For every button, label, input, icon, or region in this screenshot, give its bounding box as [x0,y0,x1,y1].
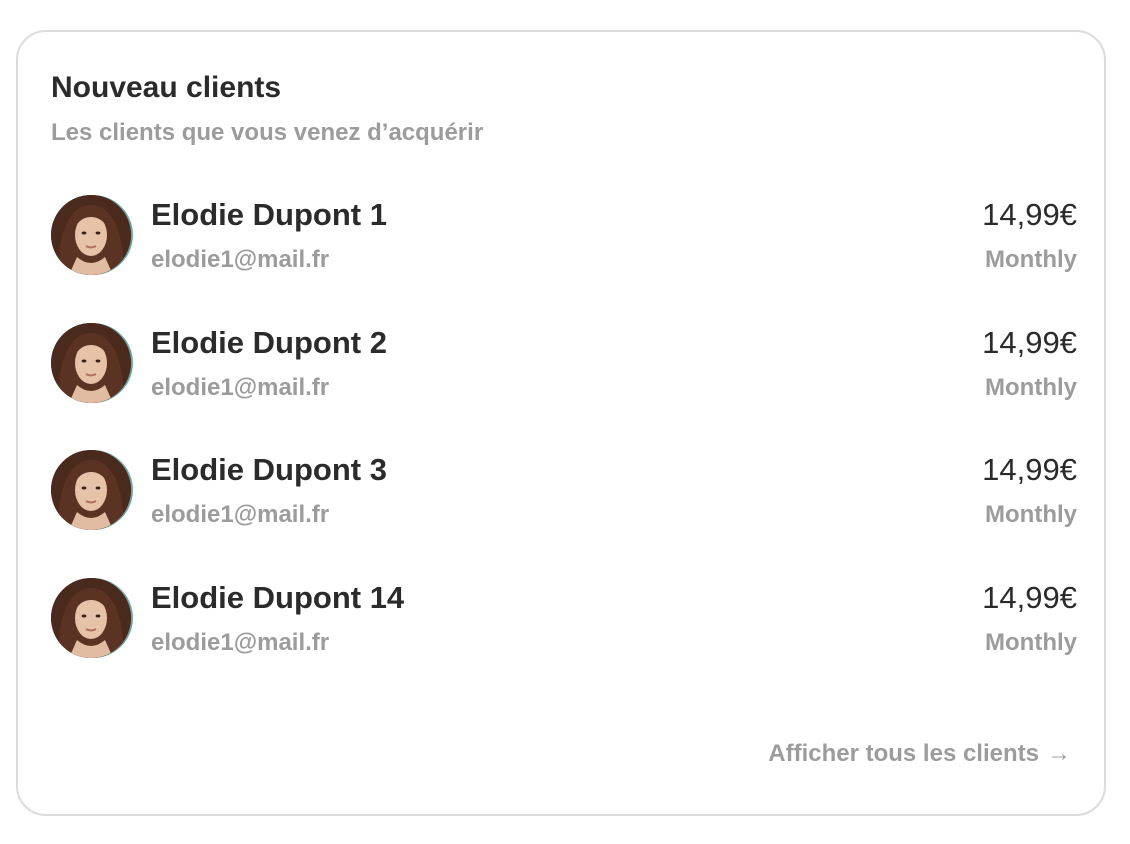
client-row[interactable]: Elodie Dupont 1 elodie1@mail.fr 14,99€ M… [51,195,1077,323]
avatar-photo-icon [51,450,131,530]
client-email: elodie1@mail.fr [151,246,330,273]
client-billing-period: Monthly [985,628,1077,656]
client-billing-period: Monthly [985,373,1077,401]
client-avatar [51,322,131,403]
client-list: Elodie Dupont 1 elodie1@mail.fr 14,99€ M… [51,195,1077,705]
view-all-clients-label: Afficher tous les clients [768,740,1039,767]
client-avatar [51,450,131,530]
client-avatar [51,577,131,658]
arrow-right-icon: → [1047,740,1071,767]
client-email: elodie1@mail.fr [151,628,330,656]
client-price: 14,99€ [982,197,1077,232]
client-email: elodie1@mail.fr [151,373,330,401]
avatar-photo-icon [51,322,131,403]
client-billing-period: Monthly [985,501,1077,528]
client-email: elodie1@mail.fr [151,501,330,528]
client-row[interactable]: Elodie Dupont 2 elodie1@mail.fr 14,99€ M… [51,322,1077,451]
card-subtitle: Les clients que vous venez d’acquérir [51,119,484,146]
view-all-clients-link[interactable]: Afficher tous les clients → [768,738,1071,770]
client-name: Elodie Dupont 1 [151,197,387,232]
client-billing-period: Monthly [985,246,1077,273]
card-title: Nouveau clients [51,71,282,104]
client-name: Elodie Dupont 14 [151,579,405,615]
new-clients-card: Nouveau clients Les clients que vous ven… [16,30,1106,816]
client-name: Elodie Dupont 2 [151,324,387,360]
client-avatar [51,195,131,275]
client-name: Elodie Dupont 3 [151,452,387,487]
avatar-photo-icon [51,577,131,658]
avatar-photo-icon [51,195,131,275]
client-price: 14,99€ [982,452,1077,487]
client-price: 14,99€ [982,324,1077,360]
client-price: 14,99€ [982,579,1077,615]
client-row[interactable]: Elodie Dupont 14 elodie1@mail.fr 14,99€ … [51,577,1077,706]
client-row[interactable]: Elodie Dupont 3 elodie1@mail.fr 14,99€ M… [51,450,1077,578]
